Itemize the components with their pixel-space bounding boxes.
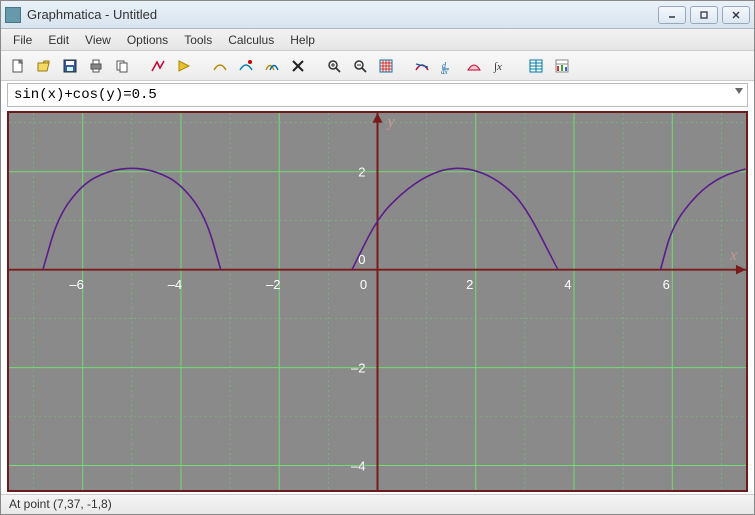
datatable-icon	[554, 58, 570, 74]
window-title: Graphmatica - Untitled	[27, 7, 658, 22]
delete-icon	[290, 58, 306, 74]
toolbar-draw-button[interactable]	[147, 55, 169, 77]
toolbar-open-button[interactable]	[33, 55, 55, 77]
equation-dropdown-icon[interactable]	[735, 88, 743, 94]
tangent-icon	[414, 58, 430, 74]
menu-tools[interactable]: Tools	[176, 30, 220, 50]
toolbar-integrate-button[interactable]	[463, 55, 485, 77]
zoomout-icon	[352, 58, 368, 74]
redraw-icon	[264, 58, 280, 74]
svg-text:–6: –6	[69, 277, 84, 292]
hide-icon	[212, 58, 228, 74]
derivative-icon: ddx	[440, 58, 456, 74]
draw-icon	[150, 58, 166, 74]
svg-text:6: 6	[663, 277, 670, 292]
toolbar-save-button[interactable]	[59, 55, 81, 77]
window-buttons	[658, 6, 750, 24]
toolbar-delete-button[interactable]	[287, 55, 309, 77]
save-icon	[62, 58, 78, 74]
toolbar-func-button[interactable]: ∫x	[489, 55, 511, 77]
toolbar: ddx ∫x	[1, 51, 754, 81]
svg-text:–4: –4	[351, 459, 366, 474]
menu-file[interactable]: File	[5, 30, 40, 50]
toolbar-derivative-button[interactable]: ddx	[437, 55, 459, 77]
toolbar-tables-button[interactable]	[525, 55, 547, 77]
svg-text:4: 4	[564, 277, 571, 292]
svg-text:2: 2	[358, 165, 365, 180]
toolbar-grid-button[interactable]	[375, 55, 397, 77]
toolbar-hide-button[interactable]	[209, 55, 231, 77]
menu-calculus[interactable]: Calculus	[220, 30, 282, 50]
svg-text:y: y	[385, 114, 395, 131]
toolbar-datatable-button[interactable]	[551, 55, 573, 77]
svg-text:–2: –2	[266, 277, 281, 292]
grid-icon	[378, 58, 394, 74]
svg-text:x: x	[729, 247, 737, 264]
app-icon	[5, 7, 21, 23]
equation-text: sin(x)+cos(y)=0.5	[14, 87, 157, 103]
svg-text:2: 2	[466, 277, 473, 292]
color-icon	[238, 58, 254, 74]
toolbar-zoomout-button[interactable]	[349, 55, 371, 77]
menu-help[interactable]: Help	[282, 30, 323, 50]
tables-icon	[528, 58, 544, 74]
maximize-button[interactable]	[690, 6, 718, 24]
menu-view[interactable]: View	[77, 30, 119, 50]
toolbar-copy-button[interactable]	[111, 55, 133, 77]
menu-edit[interactable]: Edit	[40, 30, 77, 50]
menu-options[interactable]: Options	[119, 30, 176, 50]
svg-text:–2: –2	[351, 361, 366, 376]
new-icon	[10, 58, 26, 74]
minimize-button[interactable]	[658, 6, 686, 24]
toolbar-redraw-button[interactable]	[261, 55, 283, 77]
status-bar: At point (7,37, -1,8)	[1, 494, 754, 514]
svg-text:dx: dx	[441, 68, 449, 74]
equation-input[interactable]: sin(x)+cos(y)=0.5	[7, 83, 748, 107]
toolbar-new-button[interactable]	[7, 55, 29, 77]
open-icon	[36, 58, 52, 74]
zoomin-icon	[326, 58, 342, 74]
toolbar-tangent-button[interactable]	[411, 55, 433, 77]
menubar: FileEditViewOptionsToolsCalculusHelp	[1, 29, 754, 51]
pause-icon	[176, 58, 192, 74]
status-text: At point (7,37, -1,8)	[9, 497, 112, 511]
plot-canvas: yx–6–4–20246–4–220	[9, 113, 746, 490]
toolbar-print-button[interactable]	[85, 55, 107, 77]
svg-text:0: 0	[360, 277, 367, 292]
toolbar-color-button[interactable]	[235, 55, 257, 77]
func-icon: ∫x	[492, 58, 508, 74]
toolbar-pause-button[interactable]	[173, 55, 195, 77]
close-button[interactable]	[722, 6, 750, 24]
plot-area[interactable]: yx–6–4–20246–4–220	[7, 111, 748, 492]
integrate-icon	[466, 58, 482, 74]
copy-icon	[114, 58, 130, 74]
print-icon	[88, 58, 104, 74]
titlebar: Graphmatica - Untitled	[1, 1, 754, 29]
svg-text:∫x: ∫x	[493, 61, 502, 73]
svg-text:–4: –4	[168, 277, 183, 292]
toolbar-zoomin-button[interactable]	[323, 55, 345, 77]
